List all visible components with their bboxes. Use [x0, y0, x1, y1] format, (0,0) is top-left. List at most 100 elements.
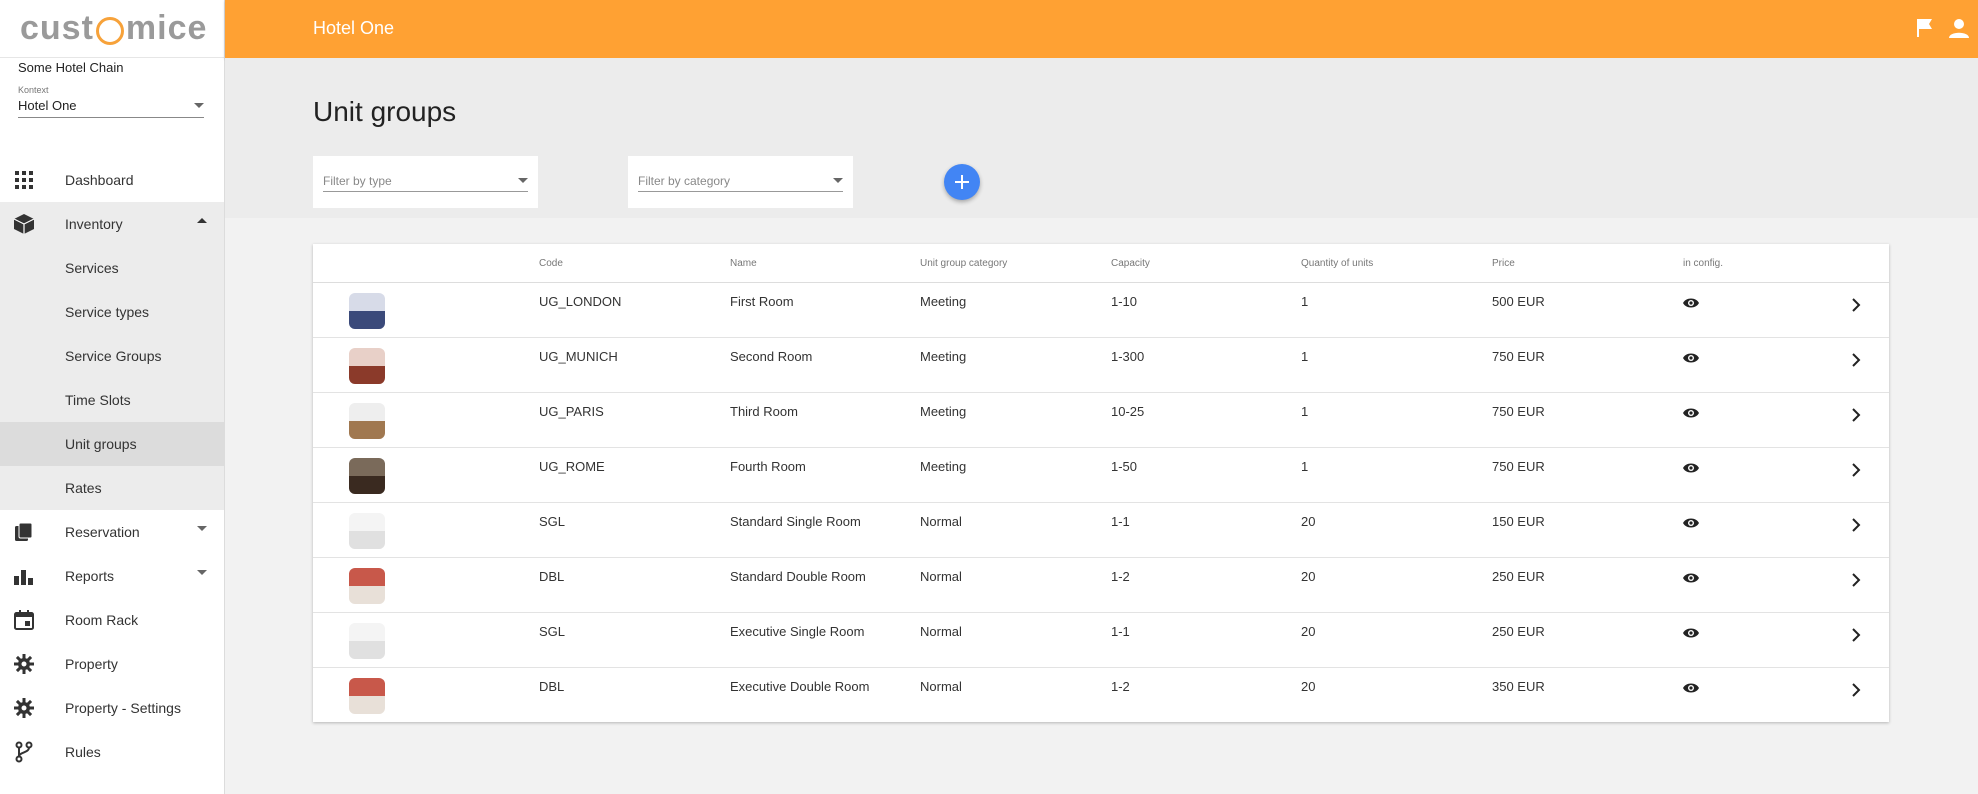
sidebar-item-inventory[interactable]: Inventory: [0, 202, 224, 246]
dropdown-caret-icon: [518, 178, 528, 183]
thumbnail-top: [349, 513, 385, 531]
sidebar-item-dashboard[interactable]: Dashboard: [0, 158, 224, 202]
add-unit-group-button[interactable]: [944, 164, 980, 200]
table-row[interactable]: SGL Executive Single Room Normal 1-1 20 …: [313, 613, 1889, 668]
sidebar-item-time-slots[interactable]: Time Slots: [0, 378, 224, 422]
unit-group-thumbnail: [349, 678, 385, 714]
unit-groups-table: Code Name Unit group category Capacity Q…: [313, 244, 1889, 722]
cell-category: Normal: [920, 679, 962, 694]
chevron-right-icon[interactable]: [1851, 408, 1861, 427]
unit-group-thumbnail: [349, 348, 385, 384]
cell-capacity: 1-50: [1111, 459, 1138, 474]
cell-quantity: 20: [1301, 514, 1316, 529]
top-app-bar: Hotel One: [225, 0, 1978, 58]
sidebar-item-label: Reservation: [65, 524, 140, 540]
table-row[interactable]: UG_ROME Fourth Room Meeting 1-50 1 750 E…: [313, 448, 1889, 503]
cell-category: Normal: [920, 514, 962, 529]
column-header-quantity[interactable]: Quantity of units: [1301, 258, 1373, 269]
chevron-right-icon[interactable]: [1851, 573, 1861, 592]
filter-by-type[interactable]: Filter by type: [313, 156, 538, 208]
filter-by-category[interactable]: Filter by category: [628, 156, 853, 208]
table-row[interactable]: SGL Standard Single Room Normal 1-1 20 1…: [313, 503, 1889, 558]
thumbnail-bottom: [349, 366, 385, 384]
logo-text-left: cust: [20, 9, 94, 47]
cell-name: Executive Double Room: [730, 679, 870, 694]
table-row[interactable]: UG_MUNICH Second Room Meeting 1-300 1 75…: [313, 338, 1889, 393]
eye-icon[interactable]: [1683, 571, 1699, 589]
table-row[interactable]: UG_LONDON First Room Meeting 1-10 1 500 …: [313, 283, 1889, 338]
chevron-right-icon[interactable]: [1851, 683, 1861, 702]
chevron-right-icon[interactable]: [1851, 298, 1861, 317]
app-logo[interactable]: cust mice: [0, 0, 224, 58]
sidebar-item-reservation[interactable]: Reservation: [0, 510, 224, 554]
chevron-down-icon: [197, 526, 207, 531]
kontext-label: Kontext: [18, 85, 49, 95]
table-row[interactable]: DBL Executive Double Room Normal 1-2 20 …: [313, 668, 1889, 723]
chevron-right-icon[interactable]: [1851, 463, 1861, 482]
sidebar-item-label: Property: [65, 656, 118, 672]
gear-icon: [12, 652, 36, 676]
thumbnail-top: [349, 623, 385, 641]
sidebar-item-unit-groups[interactable]: Unit groups: [0, 422, 224, 466]
user-icon[interactable]: [1949, 18, 1969, 38]
chevron-right-icon[interactable]: [1851, 628, 1861, 647]
filter-type-placeholder: Filter by type: [323, 173, 392, 188]
eye-icon[interactable]: [1683, 626, 1699, 644]
cell-capacity: 10-25: [1111, 404, 1145, 419]
sidebar-item-services[interactable]: Services: [0, 246, 224, 290]
chevron-right-icon[interactable]: [1851, 353, 1861, 372]
eye-icon[interactable]: [1683, 351, 1699, 369]
topbar-title: Hotel One: [313, 18, 395, 38]
chevron-right-icon[interactable]: [1851, 518, 1861, 537]
thumbnail-top: [349, 678, 385, 696]
sidebar-nav: Dashboard Inventory Services Service typ…: [0, 158, 224, 774]
chevron-down-icon: [197, 570, 207, 575]
filter-by-type-select[interactable]: Filter by type: [323, 170, 528, 192]
filter-by-category-select[interactable]: Filter by category: [638, 170, 843, 192]
kontext-value: Hotel One: [18, 98, 77, 113]
eye-icon[interactable]: [1683, 681, 1699, 699]
calendar-icon: [12, 608, 36, 632]
sidebar-item-property[interactable]: Property: [0, 642, 224, 686]
grid-icon: [12, 168, 36, 192]
cell-category: Meeting: [920, 294, 967, 309]
cell-code: UG_ROME: [539, 459, 605, 474]
unit-group-thumbnail: [349, 293, 385, 329]
sidebar-item-rules[interactable]: Rules: [0, 730, 224, 774]
column-header-category[interactable]: Unit group category: [920, 258, 1007, 269]
column-header-in-config[interactable]: in config.: [1683, 258, 1723, 269]
cell-code: UG_MUNICH: [539, 349, 618, 364]
sidebar-item-service-types[interactable]: Service types: [0, 290, 224, 334]
sidebar-item-property-settings[interactable]: Property - Settings: [0, 686, 224, 730]
thumbnail-bottom: [349, 641, 385, 659]
cell-category: Meeting: [920, 459, 967, 474]
eye-icon[interactable]: [1683, 516, 1699, 534]
eye-icon[interactable]: [1683, 406, 1699, 424]
flag-icon[interactable]: [1916, 18, 1936, 38]
eye-icon[interactable]: [1683, 296, 1699, 314]
table-row[interactable]: DBL Standard Double Room Normal 1-2 20 2…: [313, 558, 1889, 613]
cell-name: Executive Single Room: [730, 624, 865, 639]
column-header-price[interactable]: Price: [1492, 258, 1515, 269]
eye-icon[interactable]: [1683, 461, 1699, 479]
table-row[interactable]: UG_PARIS Third Room Meeting 10-25 1 750 …: [313, 393, 1889, 448]
cell-quantity: 20: [1301, 624, 1316, 639]
sidebar-item-service-groups[interactable]: Service Groups: [0, 334, 224, 378]
sidebar-item-reports[interactable]: Reports: [0, 554, 224, 598]
column-header-code[interactable]: Code: [539, 258, 563, 269]
cell-quantity: 20: [1301, 569, 1316, 584]
cell-code: DBL: [539, 679, 565, 694]
kontext-select[interactable]: Hotel One: [18, 97, 204, 118]
cell-name: Standard Double Room: [730, 569, 866, 584]
thumbnail-bottom: [349, 696, 385, 714]
sidebar-item-rates[interactable]: Rates: [0, 466, 224, 510]
logo-text-right: mice: [125, 9, 208, 47]
sidebar-item-label: Dashboard: [65, 172, 134, 188]
sidebar-item-room-rack[interactable]: Room Rack: [0, 598, 224, 642]
cell-name: First Room: [730, 294, 794, 309]
cell-quantity: 1: [1301, 404, 1309, 419]
thumbnail-bottom: [349, 476, 385, 494]
column-header-capacity[interactable]: Capacity: [1111, 258, 1150, 269]
column-header-name[interactable]: Name: [730, 258, 757, 269]
dropdown-caret-icon: [833, 178, 843, 183]
